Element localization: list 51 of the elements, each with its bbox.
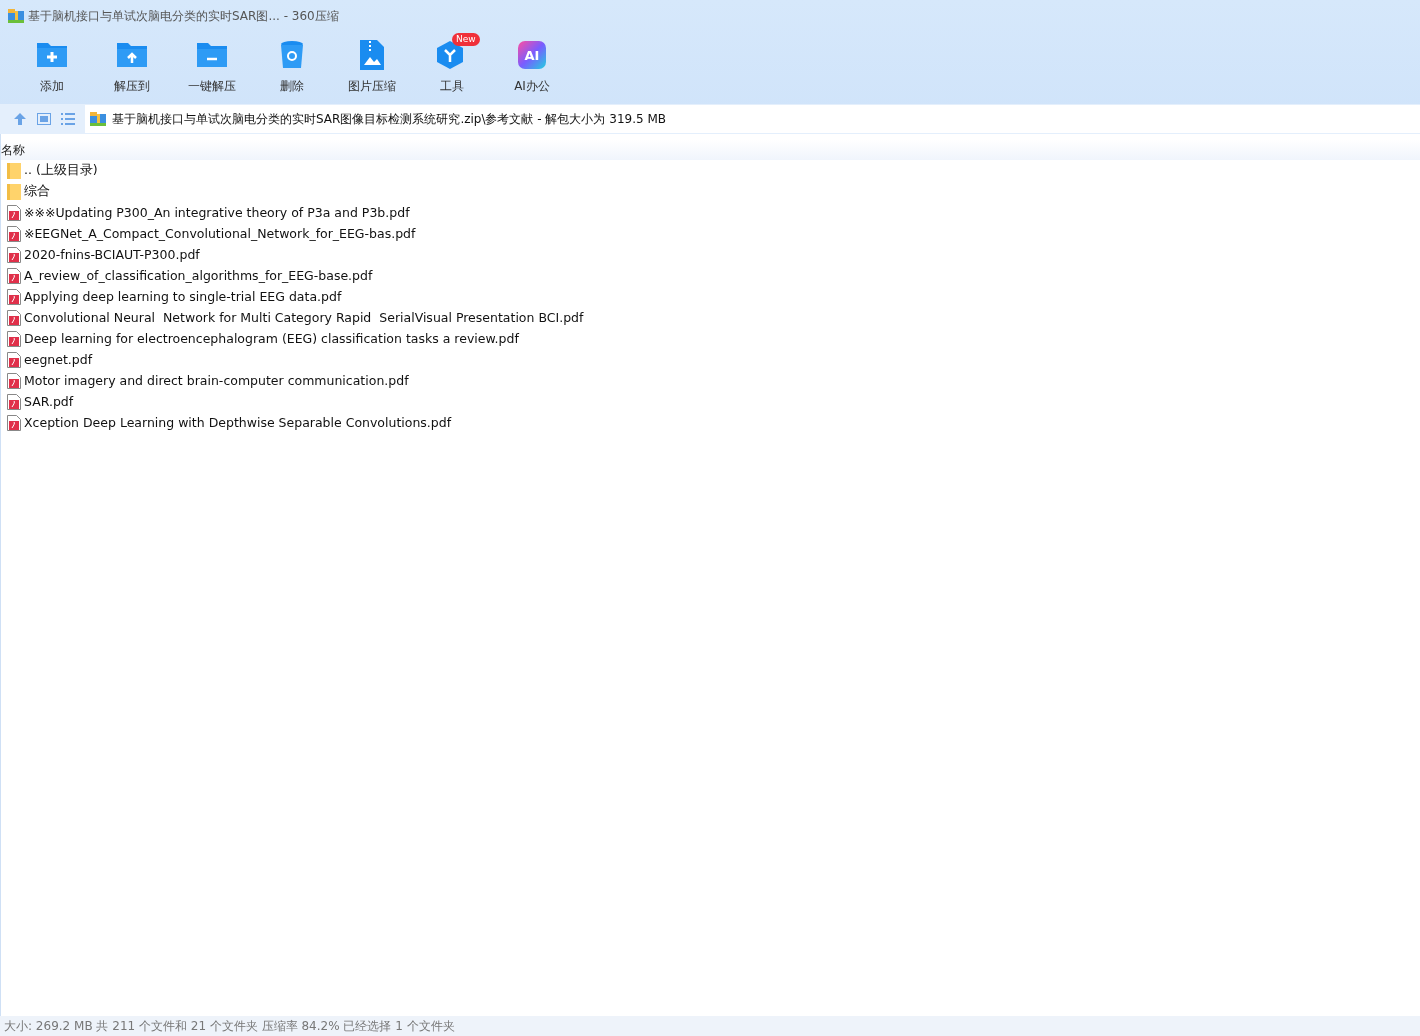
folder-icon xyxy=(7,162,21,179)
image-file-icon xyxy=(359,39,385,71)
archive-path: 基于脑机接口与单试次脑电分类的实时SAR图像目标检测系统研究.zip\参考文献 - 解包大小为 319.5 MB xyxy=(112,110,667,128)
file-name[interactable]: Applying deep learning to single-trial EEG data.pdf xyxy=(24,289,342,304)
file-name[interactable]: Xception Deep Learning with Depthwise Separable Convolutions.pdf xyxy=(24,415,452,430)
column-header[interactable]: 名称 xyxy=(1,141,25,159)
address-bar[interactable]: 基于脑机接口与单试次脑电分类的实时SAR图像目标检测系统研究.zip\参考文献 - 解包大小为 319.5 MB xyxy=(85,105,1420,133)
folder-minus-icon xyxy=(196,41,228,69)
folder-up-icon xyxy=(116,41,148,69)
toolbar-button[interactable]: 删除 xyxy=(252,32,332,104)
file-name[interactable]: eegnet.pdf xyxy=(24,352,93,367)
new-badge: New xyxy=(452,33,480,46)
ai-logo-icon xyxy=(518,41,546,69)
pdf-file-icon xyxy=(7,351,21,368)
status-bar: 大小: 269.2 MB 共 211 个文件和 21 个文件夹 压缩率 84.2% 已经选择 1 个文件夹 xyxy=(0,1016,1420,1036)
pdf-file-icon xyxy=(7,330,21,347)
pdf-file-icon xyxy=(7,414,21,431)
pdf-file-icon xyxy=(7,267,21,284)
archive-icon xyxy=(90,112,106,126)
thumbnail-view-icon[interactable] xyxy=(37,113,51,125)
toolbar-button[interactable]: 一键解压 xyxy=(172,32,252,104)
pdf-file-icon xyxy=(7,225,21,242)
pdf-file-icon xyxy=(7,309,21,326)
toolbar-button[interactable]: AI AI办公 xyxy=(492,32,572,104)
folder-icon xyxy=(7,183,21,200)
file-name[interactable]: Deep learning for electroencephalogram (EEG) classification tasks a review.pdf xyxy=(24,331,519,346)
list-view-icon[interactable] xyxy=(61,113,75,125)
pdf-file-icon xyxy=(7,393,21,410)
file-name[interactable]: SAR.pdf xyxy=(24,394,74,409)
archive-icon xyxy=(8,9,24,23)
file-name[interactable]: A_review_of_classification_algorithms_for_EEG-base.pdf xyxy=(24,268,373,283)
pdf-file-icon xyxy=(7,372,21,389)
up-arrow-icon[interactable] xyxy=(13,112,27,126)
file-name[interactable]: ※※※Updating P300_An integrative theory of P3a and P3b.pdf xyxy=(24,205,410,220)
toolbar-button[interactable]: New 工具 xyxy=(412,32,492,104)
window-title: 基于脑机接口与单试次脑电分类的实时SAR图... - 360压缩 xyxy=(28,7,339,25)
recycle-bin-icon xyxy=(279,40,305,70)
pdf-file-icon xyxy=(7,246,21,263)
file-name[interactable]: .. (上级目录) xyxy=(24,162,98,179)
file-name[interactable]: Convolutional Neural Network for Multi Category Rapid SerialVisual Presentation BCI.pdf xyxy=(24,310,584,325)
toolbar-button[interactable]: 图片压缩 xyxy=(332,32,412,104)
ai-logo-text: AI xyxy=(524,47,540,63)
file-name[interactable]: 2020-fnins-BCIAUT-P300.pdf xyxy=(24,247,200,262)
pdf-file-icon xyxy=(7,288,21,305)
file-name[interactable]: Motor imagery and direct brain-computer communication.pdf xyxy=(24,373,409,388)
toolbar-button[interactable]: 添加 xyxy=(12,32,92,104)
toolbar-button[interactable]: 解压到 xyxy=(92,32,172,104)
pdf-file-icon xyxy=(7,204,21,221)
file-name[interactable]: 综合 xyxy=(24,183,50,200)
folder-plus-icon xyxy=(35,41,69,69)
file-name[interactable]: ※EEGNet_A_Compact_Convolutional_Network_for_EEG-bas.pdf xyxy=(24,226,416,241)
